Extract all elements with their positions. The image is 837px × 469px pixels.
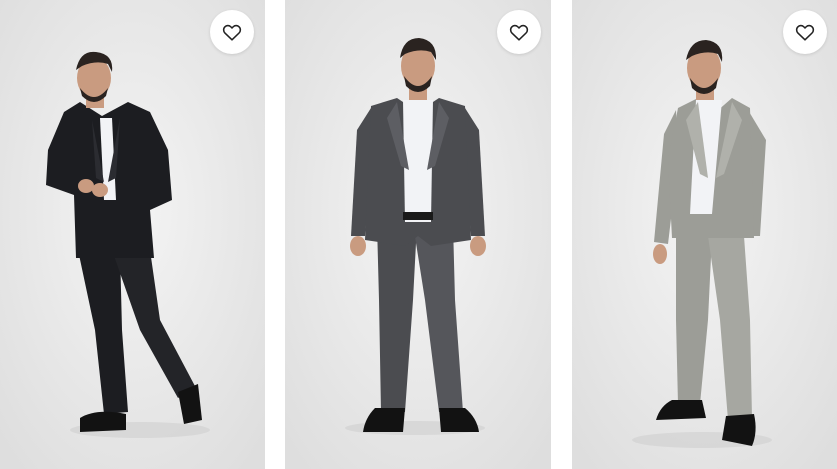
favorite-button[interactable] [497, 10, 541, 54]
heart-outline-icon [795, 24, 815, 41]
product-card[interactable] [285, 0, 551, 469]
product-card[interactable] [572, 0, 837, 469]
heart-outline-icon [222, 24, 242, 41]
heart-outline-icon [509, 24, 529, 41]
favorite-button[interactable] [210, 10, 254, 54]
product-image[interactable] [285, 0, 551, 469]
favorite-button[interactable] [783, 10, 827, 54]
product-grid [0, 0, 837, 469]
product-image[interactable] [0, 0, 265, 469]
product-card[interactable] [0, 0, 265, 469]
product-image[interactable] [572, 0, 837, 469]
